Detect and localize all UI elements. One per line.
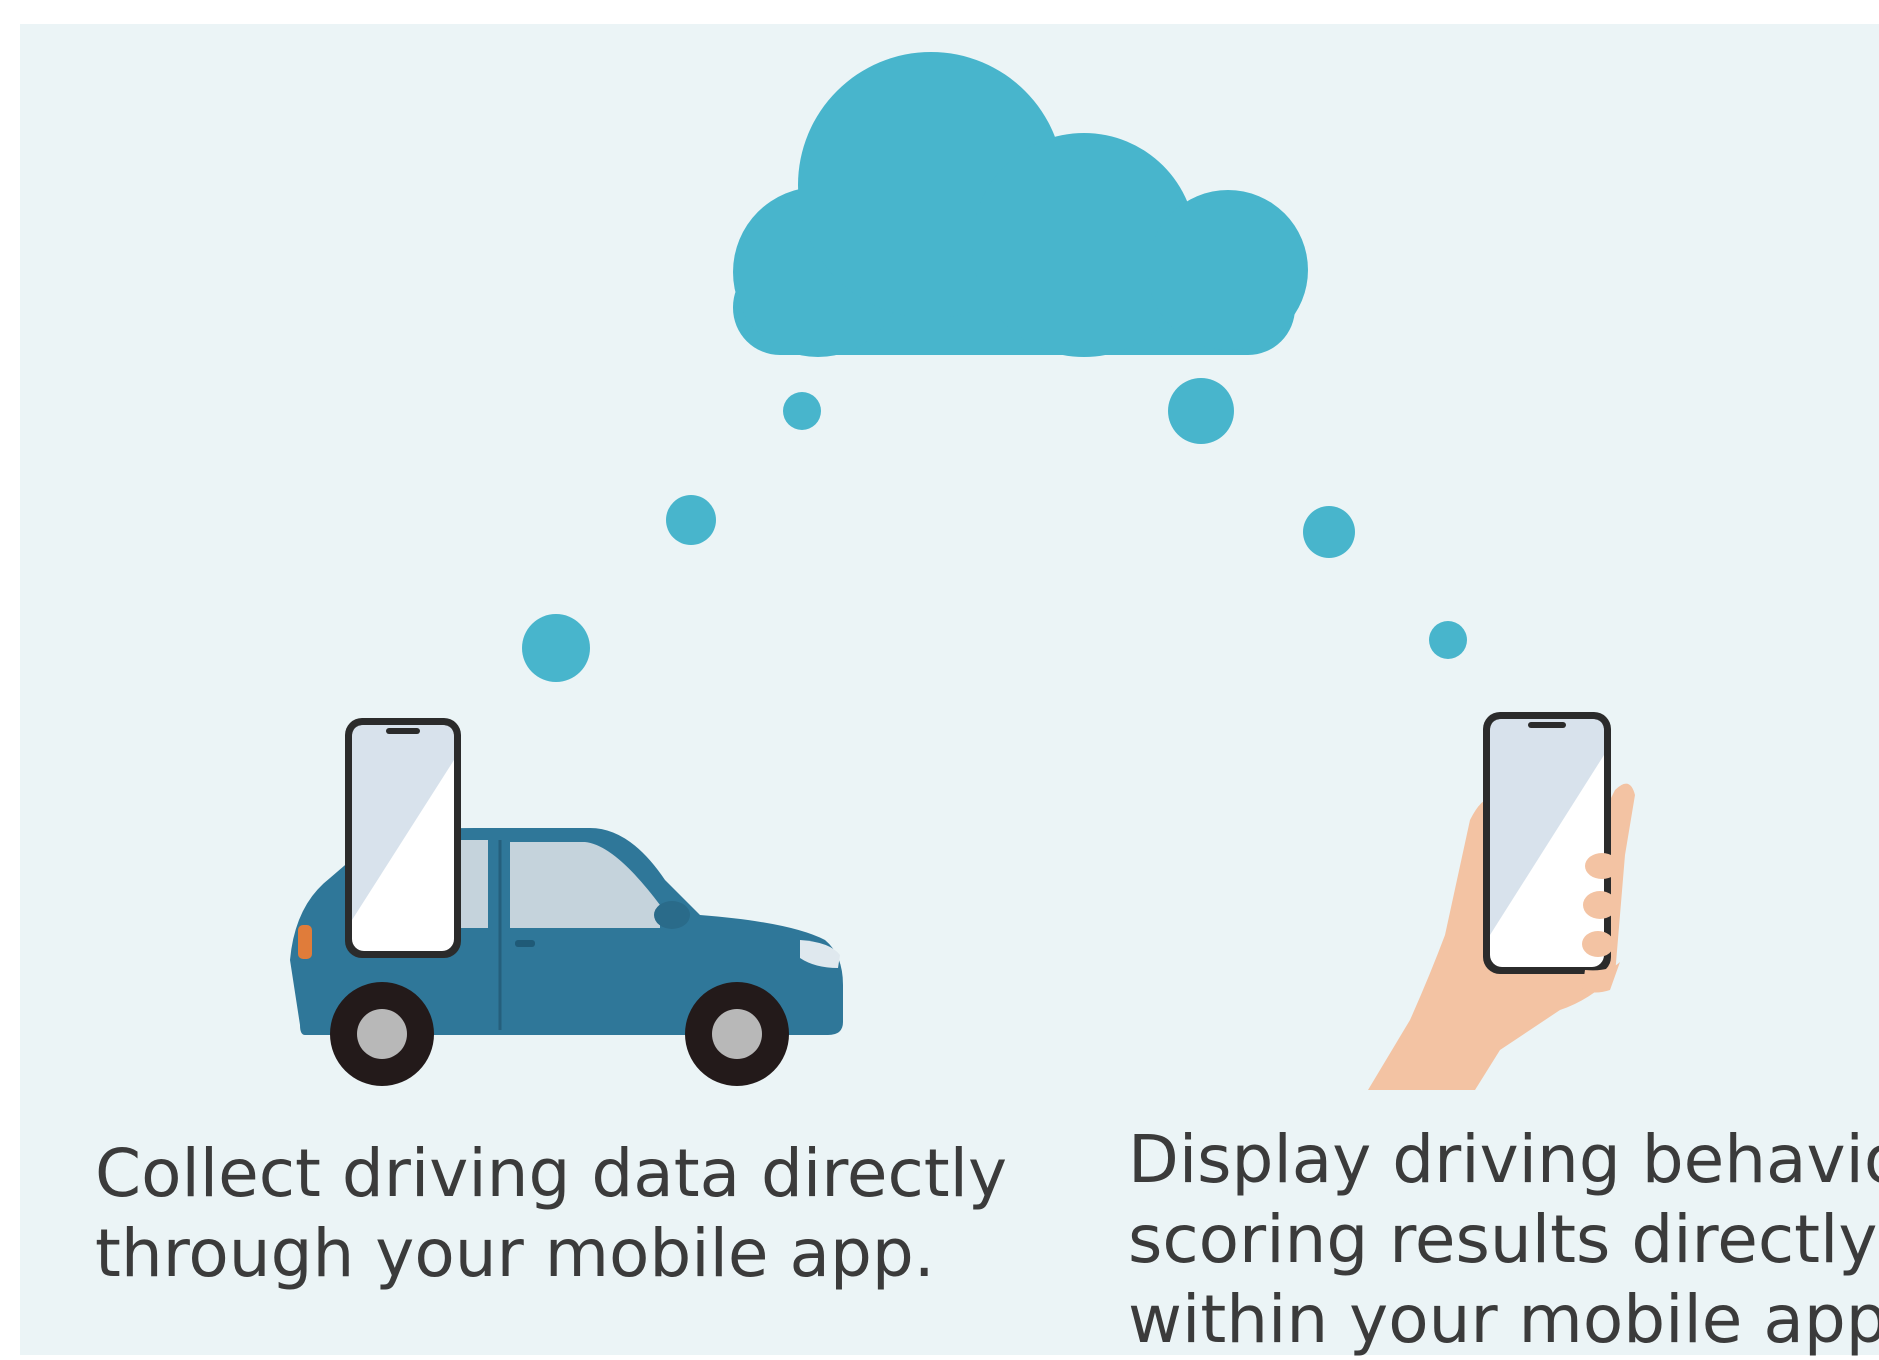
caption-collect-data: Collect driving data directly through yo… — [95, 1134, 1007, 1294]
caption-line: through your mobile app. — [95, 1215, 935, 1292]
download-dot — [1303, 506, 1355, 558]
cloud-icon — [733, 52, 1308, 357]
caption-line: Display driving behavior — [1128, 1121, 1879, 1198]
upload-dot — [666, 495, 716, 545]
download-dot — [1168, 378, 1234, 444]
download-dots — [1168, 378, 1467, 659]
caption-line: within your mobile app. — [1128, 1281, 1879, 1358]
upload-dot — [522, 614, 590, 682]
caption-display-results: Display driving behavior scoring results… — [1128, 1120, 1879, 1360]
download-dot — [1429, 621, 1467, 659]
upload-dot — [783, 392, 821, 430]
caption-line: Collect driving data directly — [95, 1135, 1008, 1212]
upload-dots — [522, 392, 821, 682]
phone-icon — [345, 718, 461, 958]
caption-line: scoring results directly — [1128, 1201, 1878, 1278]
